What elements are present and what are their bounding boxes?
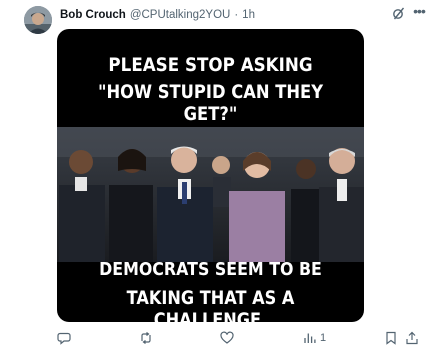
more-icon[interactable]: •••: [410, 4, 428, 20]
post-time[interactable]: 1h: [242, 9, 255, 21]
post-header: Bob Crouch @CPUtalking2YOU · 1h: [60, 6, 255, 24]
like-icon: [220, 331, 234, 344]
meme-top-line-2: "HOW STUPID CAN THEY GET?": [97, 81, 324, 125]
bookmark-icon: [386, 331, 396, 345]
repost-button[interactable]: [139, 329, 156, 347]
reply-button[interactable]: [57, 329, 74, 347]
header-separator: ·: [234, 9, 239, 21]
meme-top-line-1: PLEASE STOP ASKING: [108, 54, 313, 76]
bookmark-button[interactable]: [384, 329, 398, 347]
author-name[interactable]: Bob Crouch: [60, 9, 126, 21]
share-button[interactable]: [405, 329, 419, 347]
meme-bottom-line-2: TAKING THAT AS A CHALLENGE.: [126, 287, 295, 322]
repost-icon: [141, 332, 151, 344]
grok-icon[interactable]: [392, 5, 406, 21]
author-handle[interactable]: @CPUtalking2YOU: [130, 9, 231, 21]
tweet[interactable]: Bob Crouch @CPUtalking2YOU · 1h ••• PLEA…: [0, 0, 440, 350]
share-icon: [406, 331, 418, 345]
reply-icon: [57, 332, 71, 345]
meme-bottom-line-1: DEMOCRATS SEEM TO BE: [99, 259, 322, 280]
avatar-image: [24, 6, 52, 34]
views-button[interactable]: 1: [303, 329, 326, 347]
action-bar: 1: [0, 328, 440, 348]
like-button[interactable]: [220, 329, 237, 347]
post-media[interactable]: PLEASE STOP ASKING "HOW STUPID CAN THEY …: [57, 29, 364, 322]
meme-photo: [57, 127, 364, 262]
views-count: 1: [320, 332, 327, 344]
avatar[interactable]: [24, 6, 52, 34]
views-icon: [304, 333, 316, 343]
